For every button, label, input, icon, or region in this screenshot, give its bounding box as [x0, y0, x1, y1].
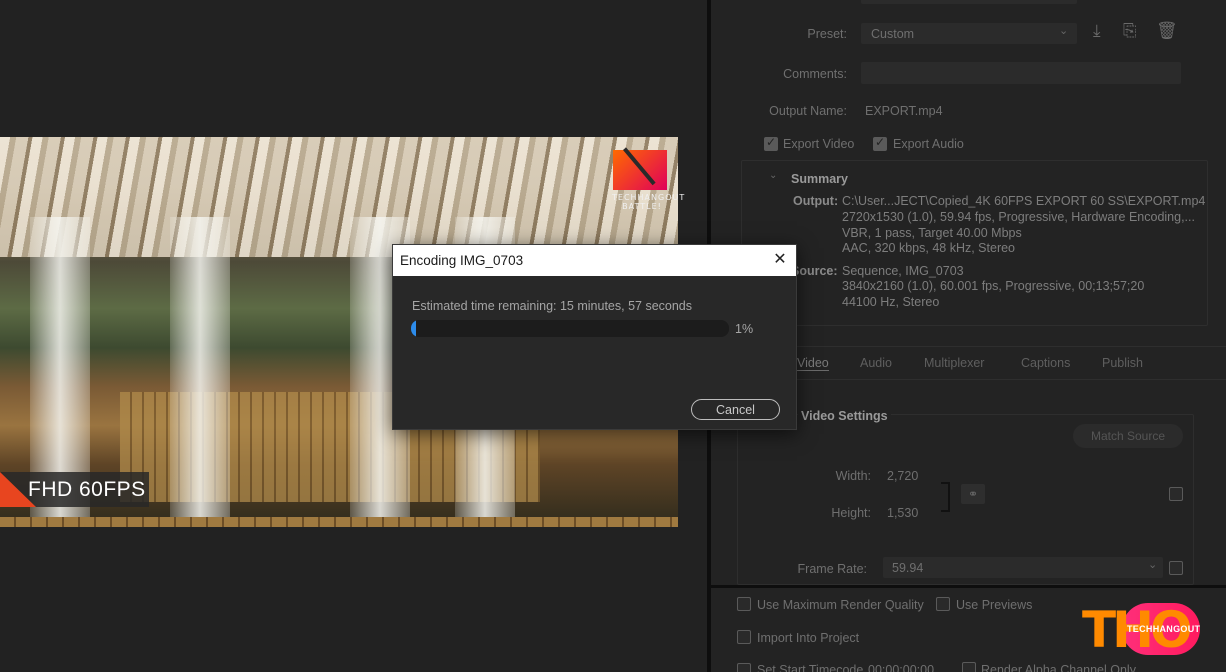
frame-rate-checkbox[interactable]: [1169, 561, 1183, 575]
summary-output-line: 2720x1530 (1.0), 59.94 fps, Progressive,…: [842, 210, 1195, 224]
tab-multiplexer[interactable]: Multiplexer: [924, 356, 984, 370]
import-into-project-label: Import Into Project: [757, 631, 860, 645]
frame-rate-value: 59.94: [892, 561, 924, 575]
save-preset-icon[interactable]: ⤓: [1093, 21, 1101, 41]
collapse-chevron-icon[interactable]: ⌄: [769, 170, 777, 181]
curtain-image: [170, 217, 230, 517]
tab-captions[interactable]: Captions: [1021, 356, 1070, 370]
summary-output-line: C:\User...JECT\Copied_4K 60FPS EXPORT 60…: [842, 194, 1206, 208]
output-name-link[interactable]: EXPORT.mp4: [865, 104, 943, 118]
frame-rate-label: Frame Rate:: [797, 562, 867, 576]
close-icon[interactable]: ✕: [770, 250, 790, 270]
start-timecode-checkbox[interactable]: [737, 663, 751, 672]
chevron-down-icon: ⌄: [1148, 559, 1158, 571]
tab-video[interactable]: Video: [797, 356, 829, 371]
format-select[interactable]: [861, 0, 1077, 4]
tab-publish[interactable]: Publish: [1102, 356, 1143, 370]
max-depth-checkbox[interactable]: [1169, 487, 1183, 501]
height-value[interactable]: 1,530: [887, 506, 918, 520]
max-render-quality-checkbox[interactable]: [737, 597, 751, 611]
summary-source-line: 3840x2160 (1.0), 60.001 fps, Progressive…: [842, 279, 1145, 293]
dialog-titlebar[interactable]: Encoding IMG_0703 ✕: [393, 245, 796, 276]
cancel-button[interactable]: Cancel: [691, 399, 780, 420]
comments-label: Comments:: [783, 67, 847, 81]
import-preset-icon[interactable]: ⎘: [1123, 21, 1137, 41]
summary-output-line: AAC, 320 kbps, 48 kHz, Stereo: [842, 241, 1016, 255]
progress-fill: [411, 320, 416, 337]
render-alpha-label: Render Alpha Channel Only: [981, 663, 1136, 672]
export-audio-label: Export Audio: [893, 137, 964, 151]
chevron-down-icon: ⌄: [1059, 25, 1069, 37]
start-timecode-value[interactable]: 00;00;00;00: [868, 663, 934, 672]
estimated-time-text: Estimated time remaining: 15 minutes, 57…: [412, 299, 692, 313]
match-source-button[interactable]: Match Source: [1073, 424, 1183, 448]
start-timecode-label: Set Start Timecode: [757, 663, 864, 672]
video-settings-heading: Video Settings: [798, 409, 891, 423]
aspect-bracket: [941, 482, 950, 512]
frame-rate-select[interactable]: [883, 557, 1163, 578]
preset-label: Preset:: [807, 27, 847, 41]
export-audio-checkbox[interactable]: [873, 135, 887, 151]
output-name-label: Output Name:: [769, 104, 847, 118]
width-label: Width:: [835, 469, 871, 483]
summary-source-line: Sequence, IMG_0703: [842, 264, 964, 278]
delete-preset-icon[interactable]: 🗑: [1156, 21, 1178, 41]
width-value[interactable]: 2,720: [887, 469, 918, 483]
link-icon[interactable]: ⚭: [961, 484, 985, 504]
bamboo-floor-image: [0, 517, 678, 527]
watermark-text: TECHHANGOUT BATTLE!: [612, 193, 686, 211]
use-previews-label: Use Previews: [956, 598, 1033, 612]
logo-text: TECHHANGOUT: [1127, 624, 1201, 634]
import-into-project-checkbox[interactable]: [737, 630, 751, 644]
height-label: Height:: [831, 506, 871, 520]
encoding-progress-bar: [411, 320, 729, 337]
thatch-roof-image: [0, 137, 678, 257]
summary-output-line: VBR, 1 pass, Target 40.00 Mbps: [842, 226, 1022, 240]
watermark-logo-icon: [613, 150, 667, 190]
export-video-checkbox[interactable]: [764, 135, 778, 151]
preset-value: Custom: [871, 27, 915, 41]
dialog-title: Encoding IMG_0703: [400, 253, 524, 268]
techhangout-logo: THO TECHHANGOUT: [1082, 603, 1207, 657]
use-previews-checkbox[interactable]: [936, 597, 950, 611]
comments-input[interactable]: [861, 62, 1181, 84]
badge-text: FHD 60FPS: [28, 478, 146, 501]
export-video-label: Export Video: [783, 137, 855, 151]
summary-source-label: Source:: [791, 264, 838, 278]
render-alpha-checkbox[interactable]: [962, 662, 976, 672]
progress-percent: 1%: [735, 322, 754, 336]
summary-source-line: 44100 Hz, Stereo: [842, 295, 940, 309]
max-render-quality-label: Use Maximum Render Quality: [757, 598, 924, 612]
summary-heading: Summary: [791, 172, 848, 186]
encoding-dialog: Encoding IMG_0703 ✕ Estimated time remai…: [392, 244, 797, 430]
fhd-badge: FHD 60FPS: [0, 472, 149, 507]
summary-output-label: Output:: [793, 194, 839, 208]
tab-audio[interactable]: Audio: [860, 356, 892, 370]
